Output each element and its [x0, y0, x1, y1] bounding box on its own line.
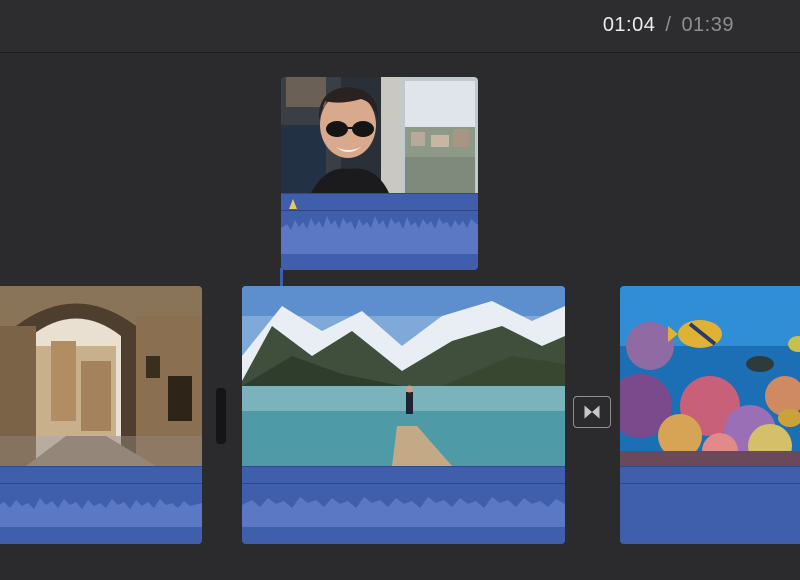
overlay-clip[interactable]	[281, 77, 478, 270]
lake-clip-thumbnail	[242, 286, 565, 466]
current-time: 01:04	[602, 14, 656, 36]
transition-icon[interactable]	[573, 396, 611, 428]
lake-clip[interactable]	[242, 286, 565, 544]
timeline-header: 01:04 / 01:39	[0, 0, 800, 53]
time-separator: /	[665, 14, 672, 36]
street-clip[interactable]	[0, 286, 202, 544]
reef-clip[interactable]	[620, 286, 800, 544]
trim-handle[interactable]	[216, 388, 226, 444]
timecode-display: 01:04 / 01:39	[603, 14, 734, 37]
audio-marker-icon[interactable]	[288, 199, 298, 213]
overlay-clip-audio-track[interactable]	[281, 193, 478, 270]
lake-clip-audio-track[interactable]	[242, 466, 565, 544]
reef-clip-thumbnail	[620, 286, 800, 466]
total-duration: 01:39	[681, 14, 734, 36]
street-clip-thumbnail	[0, 286, 202, 466]
street-clip-audio-track[interactable]	[0, 466, 202, 544]
overlay-clip-thumbnail	[281, 77, 478, 193]
reef-clip-audio-track[interactable]	[620, 466, 800, 544]
